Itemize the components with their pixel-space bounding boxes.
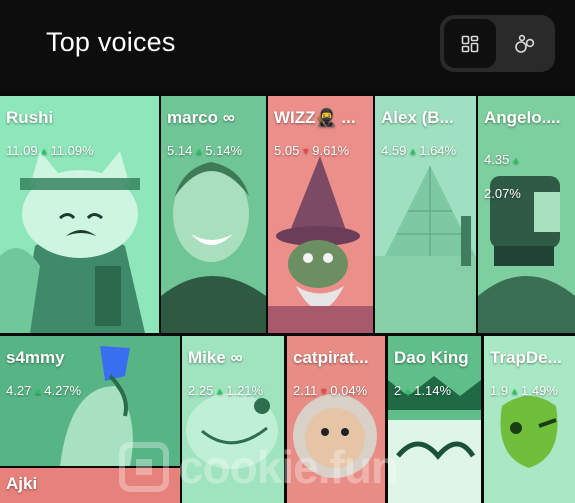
voice-value: 2.11: [293, 383, 318, 398]
trend-down-icon: ▼: [301, 146, 311, 156]
marco-photo-art: [161, 96, 266, 333]
voice-value: 1.9: [490, 383, 509, 398]
voice-name: TrapDe...: [490, 348, 562, 367]
voice-name: Rushi: [6, 108, 54, 127]
voice-name: marco ∞: [167, 108, 235, 127]
voice-change: 1.49%: [521, 383, 558, 398]
voice-value: 4.27: [6, 383, 32, 398]
trend-up-icon: ▲: [194, 146, 204, 156]
voice-stats: 2 ▲ 1.14%: [394, 383, 451, 398]
bubble-view-button[interactable]: [499, 19, 551, 68]
voice-stats: 11.09 ▲ 11.09%: [6, 143, 94, 158]
voice-stats: 5.05 ▼ 9.61%: [274, 143, 349, 158]
voice-tile-marco[interactable]: marco ∞ 5.14 ▲ 5.14%: [161, 96, 266, 333]
voice-change: 2.07%: [484, 186, 521, 201]
voice-stats: 4.27 ▲ 4.27%: [6, 383, 81, 398]
voices-treemap: Rushi 11.09 ▲ 11.09% marco ∞ 5.14 ▲ 5.14%: [0, 92, 575, 503]
robot-avatar-art: [478, 96, 575, 333]
trend-up-icon: ▲: [510, 386, 519, 396]
voice-value: 2.25: [188, 383, 214, 398]
voice-change: 1.14%: [414, 383, 452, 398]
voice-tile-alex[interactable]: Alex (B... 4.59 ▲ 1.64%: [375, 96, 476, 333]
voice-stats: 4.35 ▲ 2.07%: [484, 143, 522, 211]
voice-tile-catpirat[interactable]: catpirat... 2.11 ▼ 0.04%: [287, 336, 385, 503]
voice-stats: 2.11 ▼ 0.04%: [293, 383, 367, 398]
voice-name: Angelo....: [484, 108, 561, 127]
voice-change: 11.09%: [50, 143, 94, 158]
bubbles-layout-icon: [515, 34, 535, 53]
grid-view-button[interactable]: [444, 19, 496, 68]
voice-tile-trapde[interactable]: TrapDe... 1.9 ▲ 1.49%: [484, 336, 575, 503]
voice-value: 2: [394, 383, 402, 398]
voice-name: Ajki: [6, 474, 38, 493]
voice-stats: 5.14 ▲ 5.14%: [167, 143, 242, 158]
voice-value: 5.14: [167, 143, 193, 158]
voice-tile-rushi[interactable]: Rushi 11.09 ▲ 11.09%: [0, 96, 159, 333]
voice-change: 9.61%: [312, 143, 350, 158]
trend-up-icon: ▲: [33, 386, 43, 396]
trend-up-icon: ▲: [511, 155, 521, 165]
voice-value: 4.35: [484, 152, 510, 167]
voice-name: Alex (B...: [381, 108, 454, 127]
view-toggle: [440, 15, 555, 72]
voice-change: 5.14%: [205, 143, 243, 158]
voice-tile-mike[interactable]: Mike ∞ 2.25 ▲ 1.21%: [182, 336, 284, 503]
cat-avatar-art: [0, 96, 159, 333]
voice-tile-angelo[interactable]: Angelo.... 4.35 ▲ 2.07%: [478, 96, 575, 333]
trend-up-icon: ▲: [403, 386, 413, 396]
trend-up-icon: ▲: [39, 146, 49, 156]
wizard-frog-art: [268, 96, 373, 333]
voice-tile-wizz[interactable]: WIZZ🥷 ... 5.05 ▼ 9.61%: [268, 96, 373, 333]
voice-change: 0.04%: [330, 383, 368, 398]
louvre-photo-art: [375, 96, 476, 333]
voice-value: 4.59: [381, 143, 407, 158]
voice-tile-s4mmy[interactable]: s4mmy 4.27 ▲ 4.27%: [0, 336, 180, 466]
voice-tile-dao-king[interactable]: Dao King 2 ▲ 1.14%: [388, 336, 481, 503]
voice-stats: 2.25 ▲ 1.21%: [188, 383, 263, 398]
voice-change: 4.27%: [44, 383, 82, 398]
grid-layout-icon: [461, 35, 479, 52]
trend-down-icon: ▼: [319, 386, 329, 396]
voice-value: 5.05: [274, 143, 300, 158]
voice-name: catpirat...: [293, 348, 369, 367]
voice-name: s4mmy: [6, 348, 65, 367]
voice-stats: 4.59 ▲ 1.64%: [381, 143, 456, 158]
voice-change: 1.64%: [419, 143, 457, 158]
voice-stats: 1.9 ▲ 1.49%: [490, 383, 558, 398]
trend-up-icon: ▲: [408, 146, 418, 156]
voice-name: WIZZ🥷 ...: [274, 108, 356, 127]
voice-value: 11.09: [6, 143, 38, 158]
page-title: Top voices: [46, 27, 176, 57]
voice-change: 1.21%: [226, 383, 264, 398]
voice-name: Mike ∞: [188, 348, 243, 367]
voice-name: Dao King: [394, 348, 469, 367]
trend-up-icon: ▲: [215, 386, 225, 396]
voice-tile-ajki[interactable]: Ajki: [0, 468, 180, 503]
header-bar: Top voices: [0, 0, 575, 90]
